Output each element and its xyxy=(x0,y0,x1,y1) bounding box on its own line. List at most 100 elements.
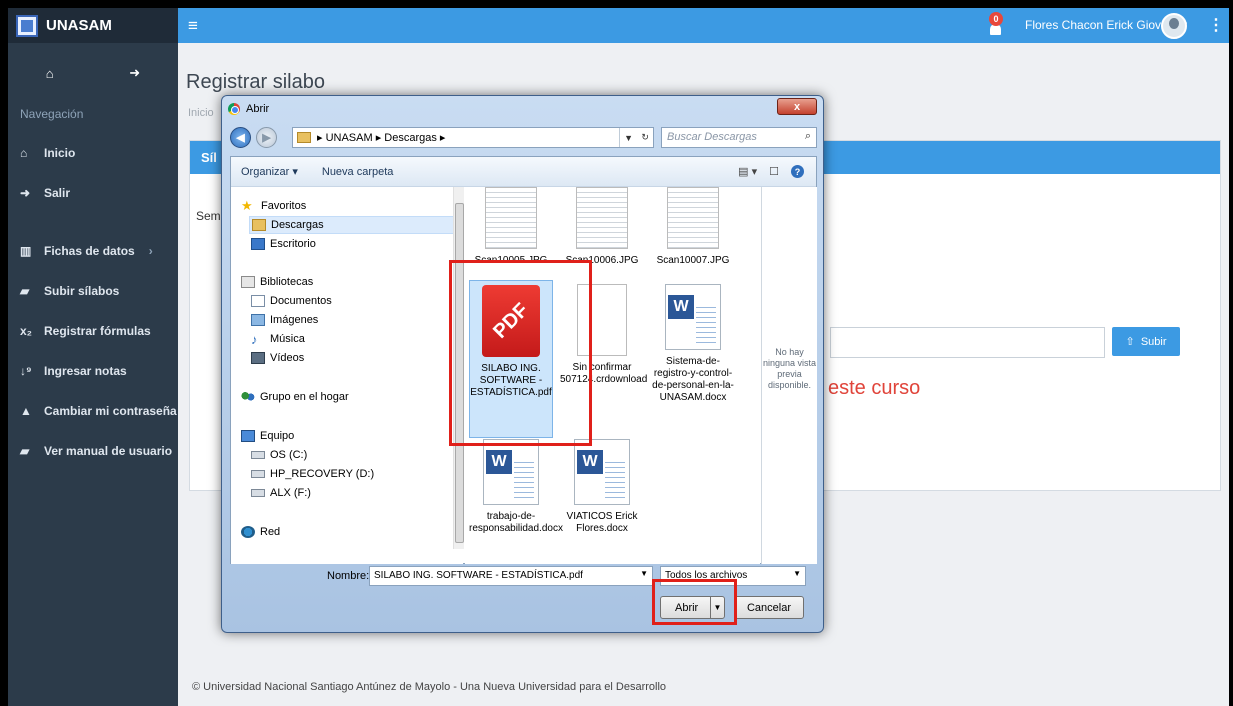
nav-descargas[interactable]: Descargas xyxy=(249,216,461,234)
notification-bell-icon[interactable]: 0 xyxy=(986,12,1004,36)
file-name: VIATICOS Erick Flores.docx xyxy=(566,511,638,534)
star-icon: ★ xyxy=(241,198,253,213)
sidebar-item-salir[interactable]: ➜ Salir xyxy=(8,173,178,213)
computer-icon xyxy=(241,430,255,442)
brand[interactable]: UNASAM xyxy=(8,8,178,43)
sidebar-item-registrar-formulas[interactable]: x₂ Registrar fórmulas xyxy=(8,311,178,351)
search-icon[interactable]: ⌕ xyxy=(805,130,811,143)
nav-documentos[interactable]: Documentos xyxy=(251,292,332,310)
preview-pane-icon[interactable]: ☐ xyxy=(769,165,779,178)
nav-drive-c[interactable]: OS (C:) xyxy=(251,446,307,464)
preview-pane: No hay ninguna vista previa disponible. xyxy=(761,187,817,564)
breadcrumb[interactable]: Inicio xyxy=(188,107,214,119)
sidebar-item-subir-silabos[interactable]: ▰ Subir sílabos xyxy=(8,271,178,311)
file-item[interactable]: W Sistema-de-registro-y-control-de-person… xyxy=(651,284,735,404)
file-name: trabajo-de-responsabilidad.docx xyxy=(469,511,563,534)
sidebar-item-cambiar-contrasena[interactable]: ▲ Cambiar mi contraseña xyxy=(8,391,178,431)
file-name: Scan10007.JPG xyxy=(656,255,730,266)
file-path-input[interactable] xyxy=(830,327,1105,358)
forward-icon[interactable]: ▶ xyxy=(256,127,277,148)
dropdown-icon[interactable]: ▼ xyxy=(624,133,633,143)
menu-toggle-icon[interactable]: ≡ xyxy=(188,16,198,36)
nav-drive-f[interactable]: ALX (F:) xyxy=(251,484,311,502)
sidebar-item-label: Registrar fórmulas xyxy=(44,324,151,338)
nav-equipo[interactable]: Equipo xyxy=(241,427,294,445)
view-options-icon[interactable]: ▤ ▾ xyxy=(738,165,757,178)
kebab-menu-icon[interactable]: ⋮ xyxy=(1208,15,1224,35)
nav-bibliotecas[interactable]: Bibliotecas xyxy=(241,273,313,291)
nav-musica[interactable]: ♪ Música xyxy=(251,330,305,348)
chevron-down-icon[interactable]: ▼ xyxy=(640,569,648,578)
address-bar[interactable]: ▸ UNASAM ▸ Descargas ▸ ▼ ↻ xyxy=(292,127,654,148)
help-icon[interactable]: ? xyxy=(791,165,804,178)
cancel-button[interactable]: Cancelar xyxy=(734,596,804,619)
breadcrumb-sep: ▸ xyxy=(317,132,326,144)
nav-escritorio[interactable]: Escritorio xyxy=(251,235,316,253)
close-button[interactable]: x xyxy=(777,98,817,115)
dialog-title: Abrir xyxy=(246,103,270,115)
sidebar-item-label: Salir xyxy=(44,186,71,200)
dialog-title-bar[interactable]: Abrir xyxy=(228,103,269,115)
nav-label: HP_RECOVERY (D:) xyxy=(270,468,375,480)
file-item[interactable]: Scan10005.JPG xyxy=(469,187,553,267)
back-icon[interactable]: ◀ xyxy=(230,127,251,148)
address-part-unasam[interactable]: UNASAM xyxy=(326,132,373,144)
dialog-toolbar: Organizar ▾ Nueva carpeta ▤ ▾ ☐ ? xyxy=(231,157,816,187)
libraries-icon xyxy=(241,276,255,288)
sidebar-item-ingresar-notas[interactable]: ↓⁹ Ingresar notas xyxy=(8,351,178,391)
address-part-descargas[interactable]: Descargas xyxy=(384,132,437,144)
nav-imagenes[interactable]: Imágenes xyxy=(251,311,318,329)
sort-numeric-icon: ↓⁹ xyxy=(20,364,32,378)
sidebar-item-label: Ver manual de usuario xyxy=(44,444,173,458)
file-item[interactable]: W VIATICOS Erick Flores.docx xyxy=(560,439,644,535)
sidebar-item-manual[interactable]: ▰ Ver manual de usuario xyxy=(8,431,178,471)
lock-icon: ▲ xyxy=(20,404,32,418)
avatar[interactable] xyxy=(1161,13,1187,39)
drive-icon xyxy=(251,470,265,478)
nav-videos[interactable]: Vídeos xyxy=(251,349,304,367)
network-icon xyxy=(241,526,255,538)
navigation-pane: ★ Favoritos Descargas Escritorio Bibliote… xyxy=(231,187,464,564)
highlight-selected-file xyxy=(449,260,592,446)
new-folder-button[interactable]: Nueva carpeta xyxy=(322,166,394,178)
sidebar-item-label: Fichas de datos xyxy=(44,244,135,258)
organize-menu[interactable]: Organizar ▾ xyxy=(241,165,298,178)
nav-grupo-hogar[interactable]: Grupo en el hogar xyxy=(241,388,349,406)
nav-label: Documentos xyxy=(270,295,332,307)
folder-icon xyxy=(297,132,311,143)
sidebar-item-fichas[interactable]: ▥ Fichas de datos › xyxy=(8,231,178,271)
image-file-icon xyxy=(485,187,537,249)
filename-input[interactable]: SILABO ING. SOFTWARE - ESTADÍSTICA.pdf ▼ xyxy=(369,566,653,586)
refresh-icon[interactable]: ↻ xyxy=(641,132,649,143)
drive-icon xyxy=(251,489,265,497)
search-input[interactable]: Buscar Descargas ⌕ xyxy=(661,127,817,148)
file-item[interactable]: Scan10007.JPG xyxy=(651,187,735,267)
notification-badge: 0 xyxy=(989,12,1003,26)
sign-out-icon[interactable]: ➜ xyxy=(129,65,140,81)
nav-favorites[interactable]: ★ Favoritos xyxy=(241,197,306,215)
upload-button[interactable]: ⇧ Subir xyxy=(1112,327,1180,356)
music-icon: ♪ xyxy=(251,331,258,347)
subscript-icon: x₂ xyxy=(20,324,33,338)
word-logo-icon: W xyxy=(577,450,603,474)
unasam-logo-icon xyxy=(16,14,38,37)
nav-label: ALX (F:) xyxy=(270,487,311,499)
sign-out-icon: ➜ xyxy=(20,186,31,200)
upload-button-label: Subir xyxy=(1140,335,1167,348)
nav-red[interactable]: Red xyxy=(241,523,280,541)
home-icon[interactable]: ⌂ xyxy=(46,66,54,81)
file-item[interactable]: Wtrabajo-de-responsabilidad.docx xyxy=(469,439,563,535)
sidebar-quick-actions: ⌂ ➜ xyxy=(8,43,178,103)
nav-label: Bibliotecas xyxy=(260,276,314,288)
filename-value: SILABO ING. SOFTWARE - ESTADÍSTICA.pdf xyxy=(374,570,583,581)
sidebar-nav-header: Navegación xyxy=(20,107,84,121)
nav-label: Imágenes xyxy=(270,314,319,326)
word-file-icon: W xyxy=(665,284,721,350)
word-file-icon: W xyxy=(574,439,630,505)
sidebar-item-inicio[interactable]: ⌂ Inicio xyxy=(8,133,178,173)
videos-icon xyxy=(251,352,265,364)
chevron-down-icon[interactable]: ▼ xyxy=(793,569,801,578)
home-icon: ⌂ xyxy=(20,146,28,160)
nav-drive-d[interactable]: HP_RECOVERY (D:) xyxy=(251,465,374,483)
file-item[interactable]: Scan10006.JPG xyxy=(560,187,644,267)
